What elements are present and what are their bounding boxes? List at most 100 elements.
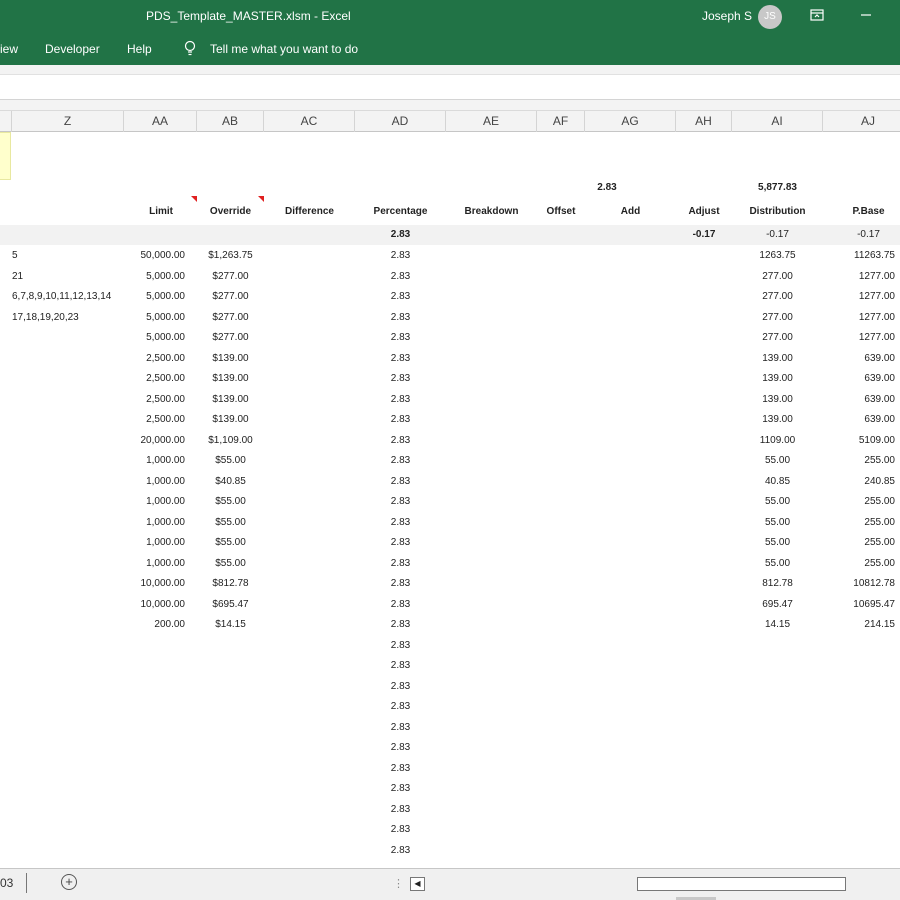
header-override[interactable]: Override [197, 202, 264, 222]
cell-pbase[interactable]: 639.00 [823, 369, 895, 389]
cell-override[interactable]: $139.00 [197, 390, 264, 410]
column-header-ac[interactable]: AC [264, 111, 355, 132]
cell-pbase[interactable]: 255.00 [823, 451, 895, 471]
cell-pbase[interactable] [823, 800, 895, 820]
header-difference[interactable]: Difference [264, 202, 355, 222]
cell-pbase[interactable] [823, 841, 895, 861]
cell-override[interactable]: $55.00 [197, 554, 264, 574]
cell-distribution[interactable] [732, 677, 823, 697]
column-header-y[interactable] [0, 111, 12, 132]
cell-override[interactable]: $277.00 [197, 328, 264, 348]
cell-percentage[interactable]: 2.83 [355, 287, 446, 307]
cell-override[interactable] [197, 800, 264, 820]
column-header-z[interactable]: Z [12, 111, 124, 132]
cell-override[interactable]: $695.47 [197, 595, 264, 615]
cell-z[interactable] [12, 390, 137, 410]
header-percentage[interactable]: Percentage [355, 202, 446, 222]
cell-limit[interactable]: 10,000.00 [124, 574, 186, 594]
splitter-handle-icon[interactable]: ⋮ [393, 877, 404, 890]
cell-override[interactable]: $1,263.75 [197, 246, 264, 266]
cell-distribution[interactable]: 55.00 [732, 554, 823, 574]
cell-override[interactable]: $55.00 [197, 513, 264, 533]
cell-z[interactable] [12, 656, 137, 676]
cell-limit[interactable] [124, 820, 185, 840]
cell-distribution[interactable]: 40.85 [732, 472, 823, 492]
cell-pbase[interactable]: 10695.47 [823, 595, 895, 615]
cell-percentage[interactable]: 2.83 [355, 697, 446, 717]
cell-percentage[interactable]: 2.83 [355, 246, 446, 266]
cell-override[interactable] [197, 738, 264, 758]
cell-percentage[interactable]: 2.83 [355, 513, 446, 533]
cell-distribution[interactable] [732, 636, 823, 656]
cell-distribution[interactable] [732, 800, 823, 820]
ribbon-display-icon[interactable] [809, 7, 825, 23]
cell-z[interactable] [12, 615, 137, 635]
cell-limit[interactable]: 10,000.00 [124, 595, 186, 615]
cell-z[interactable] [12, 349, 137, 369]
cell-pbase[interactable] [823, 656, 895, 676]
cell-pbase[interactable]: 10812.78 [823, 574, 895, 594]
cell-z[interactable] [12, 451, 137, 471]
cell-distribution[interactable] [732, 738, 823, 758]
cell-z[interactable]: 17,18,19,20,23 [12, 308, 137, 328]
cell-limit[interactable]: 2,500.00 [124, 349, 185, 369]
column-header-af[interactable]: AF [537, 111, 585, 132]
cell-distribution[interactable]: 139.00 [732, 390, 823, 410]
cell-percentage[interactable]: 2.83 [355, 677, 446, 697]
cell-distribution[interactable] [732, 841, 823, 861]
cell-pbase[interactable] [823, 677, 895, 697]
cell-z[interactable] [12, 410, 137, 430]
sheet-tab[interactable]: 03 [0, 876, 13, 890]
header-offset[interactable]: Offset [537, 202, 585, 222]
cell-pbase[interactable]: 11263.75 [823, 246, 895, 266]
header-distribution[interactable]: Distribution [732, 202, 823, 222]
worksheet-grid[interactable]: 2.83 5,877.83 Limit Override Difference … [0, 132, 900, 868]
cell-pbase[interactable] [823, 759, 895, 779]
cell-percentage[interactable]: 2.83 [355, 328, 446, 348]
cell-distribution[interactable]: 277.00 [732, 308, 823, 328]
cell-z[interactable] [12, 677, 137, 697]
cell-z[interactable] [12, 513, 137, 533]
user-name[interactable]: Joseph S [702, 9, 752, 23]
cell-distribution[interactable]: 55.00 [732, 533, 823, 553]
cell-limit[interactable]: 2,500.00 [124, 410, 185, 430]
header-limit[interactable]: Limit [124, 202, 173, 222]
comment-indicator[interactable] [258, 196, 264, 202]
cell-pbase[interactable]: 5109.00 [823, 431, 895, 451]
cell-percentage[interactable]: 2.83 [355, 779, 446, 799]
cell-limit[interactable] [124, 759, 185, 779]
formula-bar[interactable] [0, 76, 900, 100]
cell-limit[interactable]: 20,000.00 [124, 431, 186, 451]
highlighted-cell[interactable] [0, 132, 11, 180]
header-adjust[interactable]: Adjust [676, 202, 732, 222]
cell-distribution[interactable]: 812.78 [732, 574, 823, 594]
cell-z[interactable] [12, 636, 137, 656]
scroll-left-icon[interactable]: ◀ [410, 877, 425, 891]
column-header-ab[interactable]: AB [197, 111, 264, 132]
cell-distribution[interactable]: 277.00 [732, 328, 823, 348]
column-header-ad[interactable]: AD [355, 111, 446, 132]
cell-distribution[interactable] [732, 820, 823, 840]
cell-limit[interactable] [124, 697, 185, 717]
cell-limit[interactable]: 200.00 [124, 615, 185, 635]
cell-percentage[interactable]: 2.83 [355, 841, 446, 861]
summary-add-cell[interactable]: 2.83 [585, 178, 629, 198]
cell-percentage[interactable]: 2.83 [355, 349, 446, 369]
cell-limit[interactable]: 2,500.00 [124, 369, 185, 389]
cell-z[interactable] [12, 841, 137, 861]
cell-z[interactable] [12, 759, 137, 779]
cell-percentage[interactable]: 2.83 [355, 472, 446, 492]
header-breakdown[interactable]: Breakdown [446, 202, 537, 222]
cell-limit[interactable] [124, 718, 185, 738]
band-pbase-cell[interactable]: -0.17 [823, 225, 900, 245]
cell-pbase[interactable] [823, 636, 895, 656]
cell-percentage[interactable]: 2.83 [355, 615, 446, 635]
cell-z[interactable]: 5 [12, 246, 137, 266]
cell-pbase[interactable]: 1277.00 [823, 287, 895, 307]
cell-pbase[interactable] [823, 820, 895, 840]
cell-override[interactable]: $55.00 [197, 533, 264, 553]
tab-developer[interactable]: Developer [45, 42, 100, 56]
cell-override[interactable] [197, 718, 264, 738]
avatar[interactable]: JS [758, 5, 782, 29]
cell-limit[interactable]: 2,500.00 [124, 390, 185, 410]
